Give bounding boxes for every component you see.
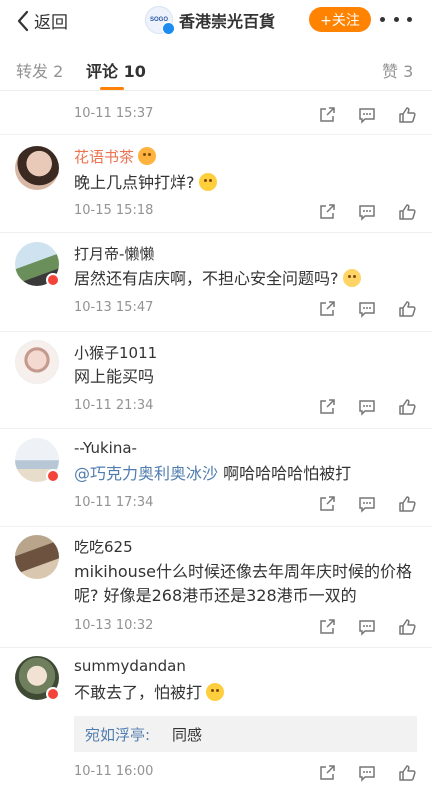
share-icon[interactable]	[318, 300, 336, 318]
verified-badge-icon	[46, 273, 60, 287]
sweat-emoji-icon	[342, 269, 361, 287]
comment-item: --Yukina- @巧克力奥利奥冰沙 啊哈哈哈哈怕被打 10-11 17:34	[0, 429, 432, 527]
share-icon[interactable]	[318, 764, 336, 782]
like-icon[interactable]	[398, 203, 416, 221]
account-title: 香港崇光百貨	[179, 12, 276, 31]
comment-time: 10-15 15:18	[74, 203, 154, 218]
like-icon[interactable]	[398, 300, 416, 318]
share-icon[interactable]	[318, 495, 336, 513]
tab-likes[interactable]: 赞 3	[382, 58, 413, 82]
share-icon[interactable]	[318, 618, 336, 636]
comment-item: 打月帝-懒懒 居然还有店庆啊，不担心安全问题吗? 10-13 15:47	[0, 233, 432, 332]
avatar[interactable]	[15, 438, 60, 483]
comment-text: 不敢去了，怕被打	[74, 681, 419, 705]
top-nav-bar: 返回 SOGO 香港崇光百貨 +关注	[0, 0, 432, 40]
comment-actions	[318, 618, 416, 636]
chevron-left-icon	[17, 10, 29, 31]
verified-badge-icon	[46, 687, 60, 701]
comment-actions	[318, 764, 416, 782]
thinking-emoji-icon	[198, 173, 217, 191]
like-icon[interactable]	[398, 618, 416, 636]
comment-actions	[318, 398, 416, 416]
comment-text: @巧克力奥利奥冰沙 啊哈哈哈哈怕被打	[74, 464, 352, 483]
tab-bar: 转发 2 评论 10 赞 3	[0, 50, 432, 91]
reply-icon[interactable]	[358, 106, 376, 124]
account-avatar: SOGO	[145, 6, 175, 35]
tab-reposts[interactable]: 转发 2	[16, 58, 63, 82]
reply-icon[interactable]	[358, 495, 376, 513]
like-icon[interactable]	[398, 764, 416, 782]
comment-author[interactable]: summydandan	[74, 657, 186, 675]
avatar[interactable]	[15, 146, 59, 190]
comment-author[interactable]: --Yukina-	[74, 439, 137, 457]
comment-time: 10-11 15:37	[74, 106, 154, 121]
comment-item: summydandan 不敢去了，怕被打 10-11 16:00	[0, 648, 432, 782]
avatar[interactable]	[15, 340, 59, 384]
verified-badge-icon	[162, 22, 175, 35]
comment-item: 10-11 15:37	[0, 92, 432, 135]
comment-text: 居然还有店庆啊，不担心安全问题吗?	[74, 267, 419, 291]
comment-author[interactable]: 打月帝-懒懒	[74, 243, 154, 264]
share-icon[interactable]	[318, 203, 336, 221]
account-header[interactable]: SOGO 香港崇光百貨	[145, 6, 276, 35]
reply-icon[interactable]	[358, 764, 376, 782]
comment-actions	[318, 203, 416, 221]
active-tab-indicator	[100, 87, 124, 90]
comment-time: 10-11 21:34	[74, 398, 154, 413]
comment-actions	[318, 495, 416, 513]
member-badge-icon	[138, 147, 157, 165]
like-icon[interactable]	[398, 106, 416, 124]
comment-text: mikihouse什么时候还像去年周年庆时候的价格呢? 好像是268港币还是32…	[74, 562, 412, 605]
comment-time: 10-11 16:00	[74, 764, 154, 779]
mention-link[interactable]: @巧克力奥利奥冰沙	[74, 464, 218, 483]
comment-item: 花语书茶 晚上几点钟打烊? 10-15 15:18	[0, 135, 432, 233]
comment-text: 网上能买吗	[74, 367, 155, 386]
reply-icon[interactable]	[358, 203, 376, 221]
reply-icon[interactable]	[358, 618, 376, 636]
comment-item: 小猴子1011 网上能买吗 10-11 21:34	[0, 332, 432, 429]
comment-time: 10-13 15:47	[74, 300, 154, 315]
avatar[interactable]	[15, 535, 59, 579]
comment-item: 吃吃625 mikihouse什么时候还像去年周年庆时候的价格呢? 好像是268…	[0, 527, 432, 648]
reply-author[interactable]: 宛如浮亭:	[85, 724, 150, 745]
more-options-icon[interactable]	[380, 8, 412, 30]
verified-badge-icon	[46, 469, 60, 483]
comment-actions	[318, 300, 416, 318]
avatar[interactable]	[15, 242, 60, 287]
share-icon[interactable]	[318, 398, 336, 416]
comment-text: 晚上几点钟打烊?	[74, 171, 419, 195]
tab-comments[interactable]: 评论 10	[86, 58, 146, 82]
comment-actions	[318, 106, 416, 124]
share-icon[interactable]	[318, 106, 336, 124]
reply-text: 同感	[172, 726, 203, 744]
follow-button[interactable]: +关注	[309, 7, 371, 32]
reply-preview[interactable]: 宛如浮亭: 同感	[74, 716, 417, 752]
back-button[interactable]: 返回	[16, 8, 68, 33]
reply-icon[interactable]	[358, 398, 376, 416]
like-icon[interactable]	[398, 495, 416, 513]
comment-time: 10-13 10:32	[74, 618, 154, 633]
comment-author[interactable]: 小猴子1011	[74, 342, 157, 363]
back-label: 返回	[34, 13, 68, 33]
reply-icon[interactable]	[358, 300, 376, 318]
comment-author[interactable]: 吃吃625	[74, 536, 133, 557]
smirk-emoji-icon	[206, 683, 225, 701]
like-icon[interactable]	[398, 398, 416, 416]
comment-time: 10-11 17:34	[74, 495, 154, 510]
comment-author[interactable]: 花语书茶	[74, 146, 157, 167]
avatar[interactable]	[15, 656, 60, 701]
